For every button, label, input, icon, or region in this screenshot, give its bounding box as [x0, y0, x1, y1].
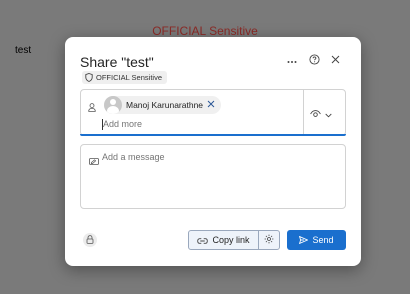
copy-link-label: Copy link	[212, 235, 250, 245]
avatar	[104, 96, 122, 114]
more-options-button[interactable]	[284, 53, 300, 69]
eye-icon	[310, 105, 321, 123]
send-button[interactable]: Send	[287, 230, 346, 250]
recipient-name: Manoj Karunarathne	[126, 100, 204, 110]
close-button[interactable]	[327, 53, 343, 69]
message-field[interactable]	[80, 144, 346, 209]
send-icon	[299, 231, 310, 249]
permission-divider	[303, 90, 304, 135]
more-options-icon	[287, 55, 297, 67]
message-input[interactable]	[102, 152, 322, 162]
chevron-down-icon	[325, 105, 332, 123]
share-dialog: Share "test" OFFICIAL Sensitive Manoj Ka…	[65, 37, 361, 266]
sensitivity-badge: OFFICIAL Sensitive	[82, 71, 167, 84]
document-text: test	[15, 45, 32, 56]
copy-link-button[interactable]: Copy link	[189, 231, 259, 249]
help-icon	[308, 54, 320, 68]
link-settings-button[interactable]	[259, 231, 279, 249]
add-more-input[interactable]	[103, 119, 253, 129]
shield-icon	[85, 69, 93, 87]
help-button[interactable]	[306, 53, 322, 69]
link-icon	[197, 231, 209, 249]
close-icon	[331, 55, 340, 67]
recipient-field[interactable]: Manoj Karunarathne	[80, 89, 346, 136]
copy-link-group: Copy link	[188, 230, 280, 250]
lock-icon	[86, 231, 94, 249]
lock-button[interactable]	[83, 233, 97, 247]
person-icon	[88, 99, 96, 117]
recipient-chip[interactable]: Manoj Karunarathne	[104, 96, 222, 114]
permission-dropdown[interactable]	[310, 105, 332, 123]
send-label: Send	[312, 235, 334, 245]
focus-underline	[80, 134, 346, 136]
message-icon	[89, 153, 99, 171]
remove-recipient-icon[interactable]	[207, 100, 215, 111]
sensitivity-label: OFFICIAL Sensitive	[96, 73, 162, 82]
sensitivity-banner: OFFICIAL Sensitive	[152, 24, 258, 38]
gear-icon	[264, 231, 274, 249]
